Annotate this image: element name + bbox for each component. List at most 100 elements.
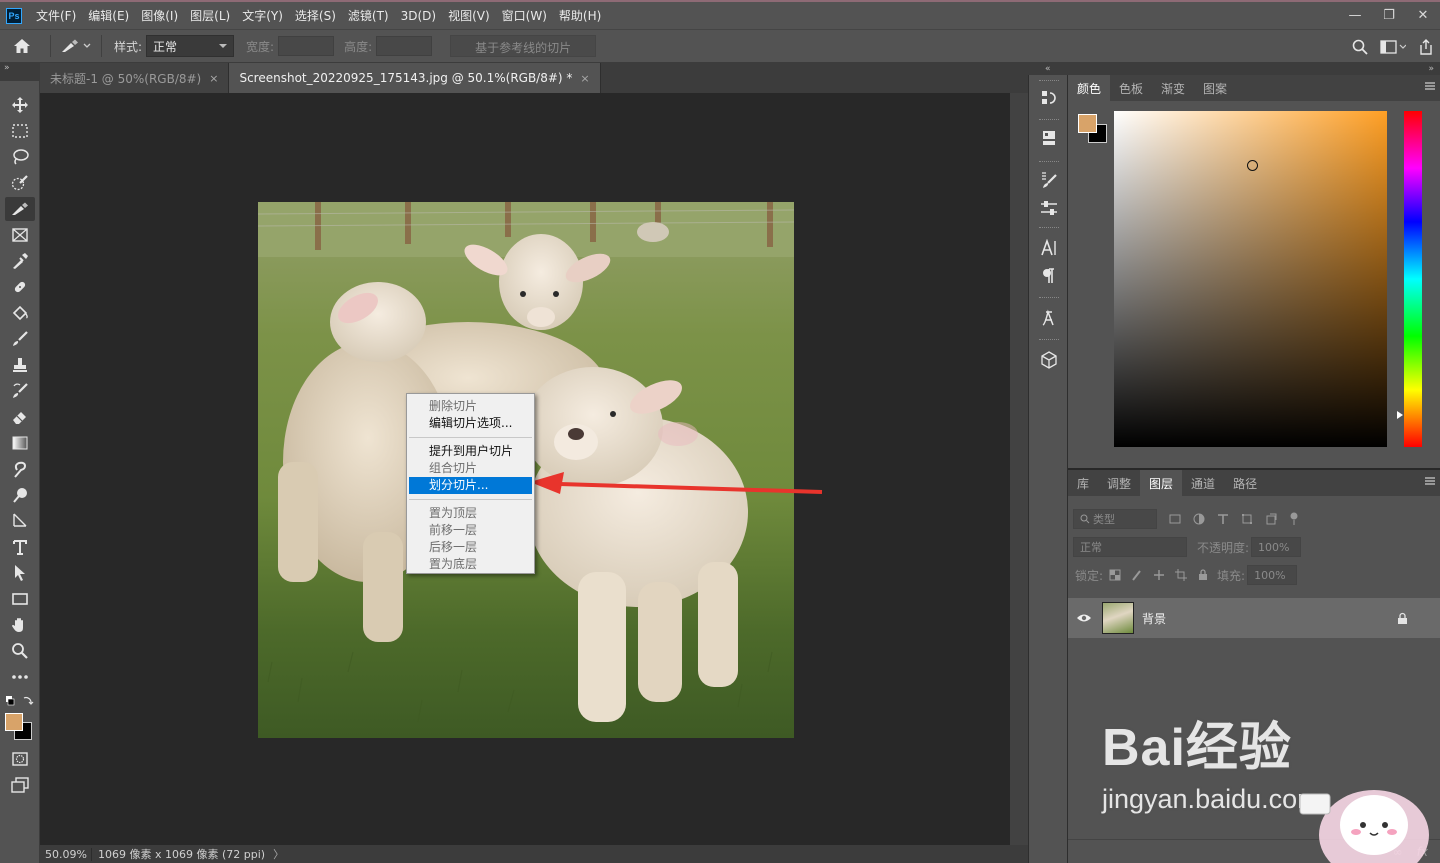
brush-settings-button[interactable] [1035, 167, 1063, 193]
panel-menu-icon[interactable] [1424, 476, 1436, 486]
history-brush-tool[interactable] [5, 379, 35, 403]
tab-paths[interactable]: 路径 [1224, 470, 1266, 496]
tab-swatches[interactable]: 色板 [1110, 75, 1152, 101]
layer-name[interactable]: 背景 [1142, 610, 1166, 627]
dock-grip[interactable] [1039, 227, 1059, 230]
canvas-scrollbar[interactable] [1010, 93, 1028, 845]
close-tab-button[interactable]: × [209, 72, 218, 85]
eye-icon[interactable] [1076, 613, 1092, 623]
menu-window[interactable]: 窗口(W) [496, 7, 553, 24]
smudge-tool[interactable] [5, 457, 35, 481]
filter-adjustment-icon[interactable] [1193, 513, 1205, 525]
rectangle-tool[interactable] [5, 587, 35, 611]
filter-shape-icon[interactable] [1241, 513, 1253, 525]
default-colors-button[interactable] [5, 695, 35, 707]
tab-screenshot[interactable]: Screenshot_20220925_175143.jpg @ 50.1%(R… [229, 63, 601, 93]
hue-slider[interactable] [1404, 111, 1422, 447]
menu-item-divide-slice[interactable]: 划分切片... [409, 477, 532, 494]
color-field[interactable] [1114, 111, 1387, 447]
tab-layers[interactable]: 图层 [1140, 470, 1183, 496]
height-field[interactable] [376, 36, 433, 56]
layer-filter-select[interactable]: 类型 [1073, 509, 1157, 529]
toolbar-collapse-button[interactable]: » [0, 63, 40, 81]
tab-adjustments[interactable]: 调整 [1098, 470, 1140, 496]
tab-gradients[interactable]: 渐变 [1152, 75, 1194, 101]
dock-collapse-button[interactable]: » [1028, 63, 1068, 75]
filter-type-icon[interactable] [1217, 513, 1229, 525]
zoom-level[interactable]: 50.09% [40, 847, 92, 861]
workspace-icon[interactable] [1380, 40, 1406, 54]
dock-grip[interactable] [1039, 119, 1059, 122]
lock-transparent-icon[interactable] [1109, 569, 1121, 581]
hand-tool[interactable] [5, 613, 35, 637]
close-tab-button[interactable]: × [580, 72, 589, 85]
blend-mode-select[interactable]: 正常 [1073, 537, 1187, 557]
marquee-tool[interactable] [5, 119, 35, 143]
menu-item-edit-slice-options[interactable]: 编辑切片选项... [409, 415, 532, 432]
menu-image[interactable]: 图像(I) [135, 7, 184, 24]
foreground-color-swatch[interactable] [5, 713, 23, 731]
opacity-input[interactable]: 100% [1251, 537, 1302, 557]
quick-mask-button[interactable] [5, 747, 35, 771]
move-tool[interactable] [5, 93, 35, 117]
adjustments-sliders-button[interactable] [1035, 195, 1063, 221]
lock-all-icon[interactable] [1197, 569, 1209, 581]
filter-pixel-icon[interactable] [1169, 513, 1181, 525]
status-menu-chevron-icon[interactable]: 〉 [273, 846, 284, 862]
character-panel-button[interactable] [1035, 235, 1063, 261]
3d-panel-button[interactable] [1035, 347, 1063, 373]
tab-color[interactable]: 颜色 [1068, 75, 1111, 101]
dock-grip[interactable] [1039, 339, 1059, 342]
properties-panel-button[interactable] [1035, 125, 1063, 151]
path-selection-tool[interactable] [5, 561, 35, 585]
share-icon[interactable] [1418, 39, 1434, 55]
color-picker-cursor[interactable] [1247, 160, 1258, 171]
frame-tool[interactable] [5, 223, 35, 247]
brush-tool[interactable] [5, 327, 35, 351]
menu-layer[interactable]: 图层(L) [184, 7, 236, 24]
lock-image-icon[interactable] [1131, 569, 1143, 581]
slice-tool[interactable] [5, 197, 35, 221]
lock-artboard-icon[interactable] [1175, 569, 1188, 581]
menu-view[interactable]: 视图(V) [442, 7, 496, 24]
menu-help[interactable]: 帮助(H) [553, 7, 607, 24]
restore-button[interactable]: ❐ [1372, 2, 1406, 28]
color-panel-foreground-swatch[interactable] [1078, 114, 1097, 133]
panel-menu-icon[interactable] [1424, 81, 1436, 91]
home-button[interactable] [0, 38, 44, 54]
tool-preset-picker[interactable] [61, 39, 91, 53]
fill-input[interactable]: 100% [1247, 565, 1298, 585]
pen-tool[interactable] [5, 509, 35, 533]
eyedropper-tool[interactable] [5, 249, 35, 273]
paint-bucket-tool[interactable] [5, 301, 35, 325]
menu-edit[interactable]: 编辑(E) [82, 7, 135, 24]
type-tool[interactable] [5, 535, 35, 559]
menu-file[interactable]: 文件(F) [30, 7, 82, 24]
history-panel-button[interactable] [1035, 85, 1063, 111]
lock-position-icon[interactable] [1153, 569, 1165, 581]
clone-stamp-tool[interactable] [5, 353, 35, 377]
gradient-tool[interactable] [5, 431, 35, 455]
dock-grip[interactable] [1039, 80, 1059, 83]
dock-grip[interactable] [1039, 297, 1059, 300]
screen-mode-button[interactable] [5, 773, 35, 797]
dock-grip[interactable] [1039, 161, 1059, 164]
close-window-button[interactable]: ✕ [1406, 2, 1440, 28]
glyphs-panel-button[interactable] [1035, 305, 1063, 331]
menu-type[interactable]: 文字(Y) [236, 7, 289, 24]
paragraph-panel-button[interactable] [1035, 263, 1063, 289]
menu-item-promote-to-user-slice[interactable]: 提升到用户切片 [409, 443, 532, 460]
tab-channels[interactable]: 通道 [1182, 470, 1224, 496]
filter-smart-object-icon[interactable] [1265, 513, 1277, 525]
panels-collapse-button[interactable]: » [1068, 63, 1440, 75]
lasso-tool[interactable] [5, 145, 35, 169]
menu-filter[interactable]: 滤镜(T) [342, 7, 395, 24]
menu-3d[interactable]: 3D(D) [395, 9, 442, 23]
healing-brush-tool[interactable] [5, 275, 35, 299]
tab-libraries[interactable]: 库 [1068, 470, 1098, 496]
style-select[interactable]: 正常 [146, 35, 235, 57]
eraser-tool[interactable] [5, 405, 35, 429]
filter-toggle-icon[interactable] [1289, 512, 1299, 526]
tab-patterns[interactable]: 图案 [1194, 75, 1236, 101]
edit-toolbar-button[interactable] [5, 665, 35, 689]
